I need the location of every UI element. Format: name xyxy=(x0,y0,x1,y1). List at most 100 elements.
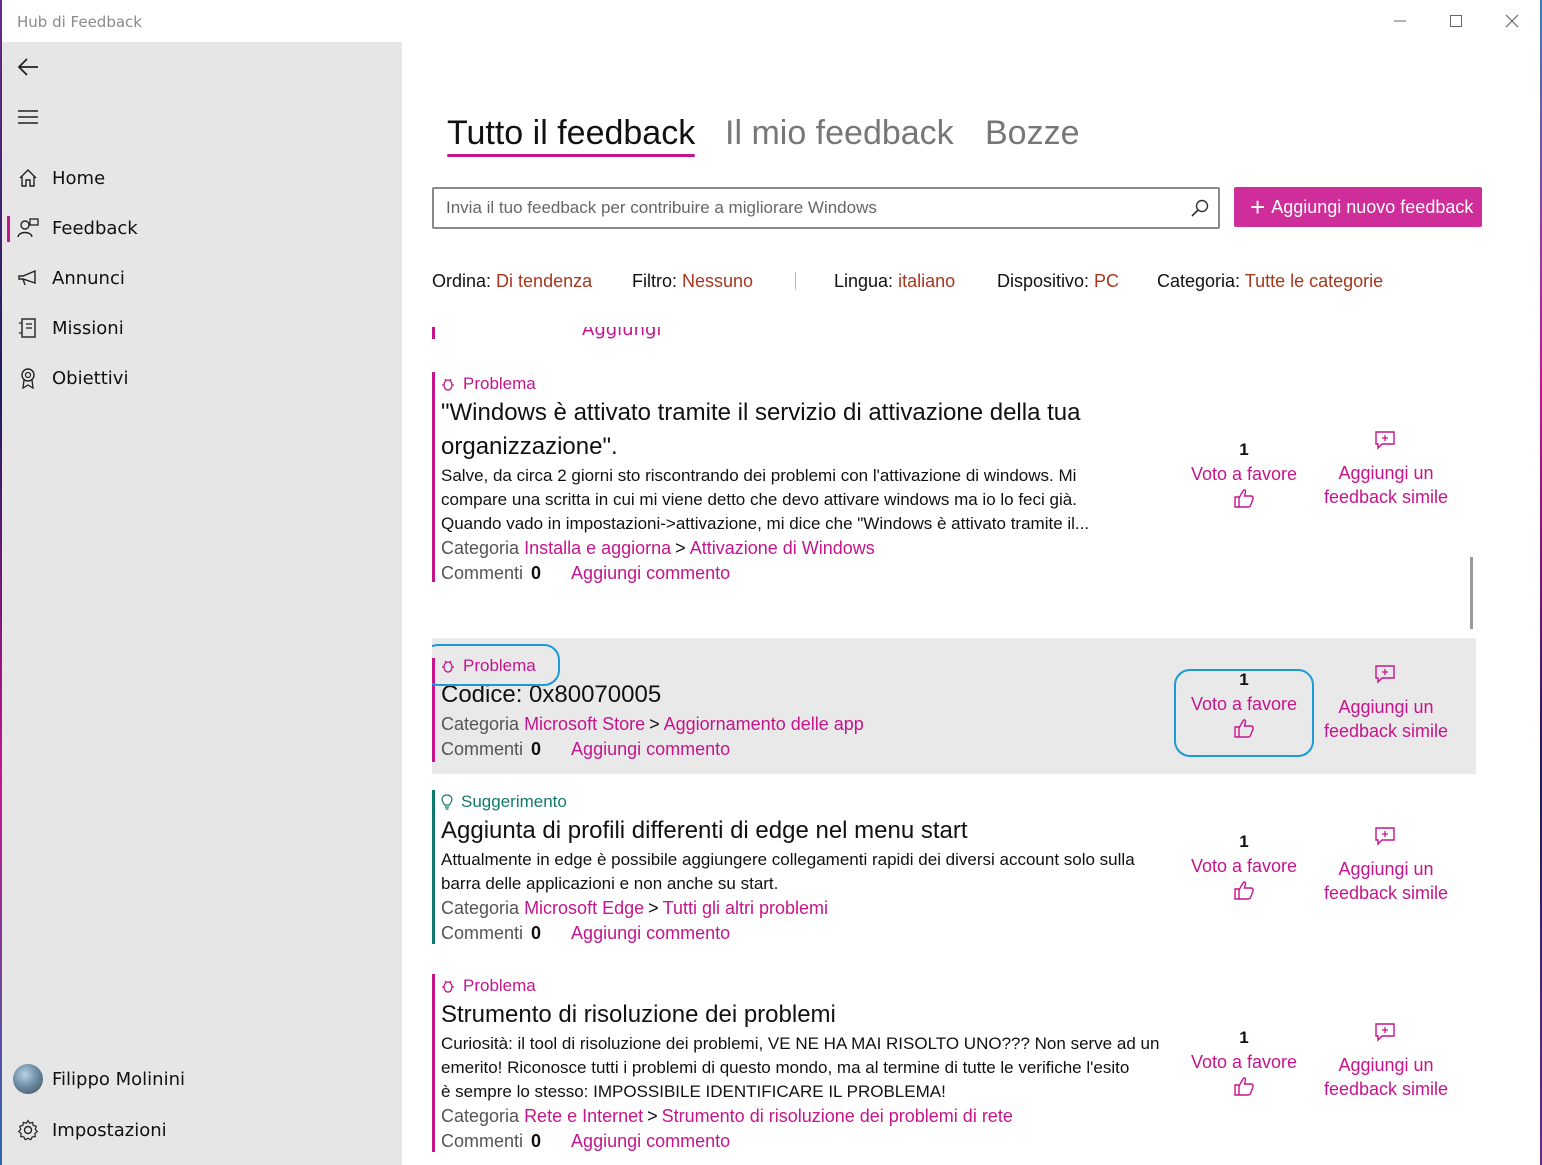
add-comment-icon xyxy=(1311,430,1461,455)
user-account[interactable]: Filippo Molinini xyxy=(0,1057,402,1101)
similar-label: Aggiungi un feedback simile xyxy=(1323,1055,1449,1099)
add-new-feedback-button[interactable]: + Aggiungi nuovo feedback xyxy=(1234,187,1482,227)
add-similar-button[interactable]: Aggiungi un feedback simile xyxy=(1311,1022,1461,1101)
vote-label: Voto a favore xyxy=(1190,1052,1298,1072)
add-comment-icon xyxy=(1311,826,1461,851)
vote-label: Voto a favore xyxy=(1190,464,1298,484)
feedback-type: Problema xyxy=(441,974,1171,998)
bug-icon xyxy=(442,980,454,993)
sidebar-item-annunci[interactable]: Annunci xyxy=(0,256,402,300)
category-filter[interactable]: Categoria: Tutte le categorie xyxy=(1157,271,1383,292)
main-content: Tutto il feedback Il mio feedback Bozze … xyxy=(402,42,1540,1165)
feedback-content: Problema "Windows è attivato tramite il … xyxy=(441,372,1171,586)
partial-item-text: Aggiungi xyxy=(582,327,662,340)
search-input[interactable] xyxy=(434,189,1198,227)
upvote-button[interactable]: 1 Voto a favore xyxy=(1179,440,1309,513)
feedback-type: Problema xyxy=(441,372,1171,396)
back-button[interactable] xyxy=(14,53,42,81)
feedback-comments: Commenti 0 Aggiungi commento xyxy=(441,739,731,759)
app-title: Hub di Feedback xyxy=(17,13,142,31)
subcategory-link[interactable]: Aggiornamento delle app xyxy=(664,714,864,734)
hamburger-icon xyxy=(18,110,38,124)
feedback-item[interactable]: Problema Strumento di risoluzione dei pr… xyxy=(432,974,1476,1152)
upvote-button[interactable]: 1 Voto a favore xyxy=(1179,832,1309,905)
feedback-category: Categoria Microsoft Edge > Tutti gli altri… xyxy=(441,898,829,918)
minimize-button[interactable] xyxy=(1372,0,1428,42)
minimize-icon xyxy=(1394,20,1406,22)
sort-filter[interactable]: Ordina: Di tendenza xyxy=(432,271,592,292)
filter-divider xyxy=(795,272,796,290)
thumbs-up-icon xyxy=(1179,1076,1309,1101)
add-similar-button[interactable]: Aggiungi un feedback simile xyxy=(1311,826,1461,905)
plus-icon: + xyxy=(1250,192,1266,222)
device-value[interactable]: PC xyxy=(1094,271,1119,291)
vote-label: Voto a favore xyxy=(1190,856,1298,876)
sort-value[interactable]: Di tendenza xyxy=(496,271,592,291)
vote-count: 1 xyxy=(1239,440,1249,459)
thumbs-up-icon xyxy=(1179,880,1309,905)
type-bar xyxy=(432,790,435,944)
feedback-item[interactable]: Problema Codice: 0x80070005 Categoria Mi… xyxy=(432,638,1476,774)
feedback-item[interactable]: Suggerimento Aggiunta di profili differe… xyxy=(432,790,1476,944)
add-similar-button[interactable]: Aggiungi un feedback simile xyxy=(1311,430,1461,509)
settings-item[interactable]: Impostazioni xyxy=(0,1108,402,1152)
add-comment-link[interactable]: Aggiungi commento xyxy=(571,1131,730,1151)
feedback-comments: Commenti 0 Aggiungi commento xyxy=(441,923,731,943)
feedback-comments: Commenti 0 Aggiungi commento xyxy=(441,1131,731,1151)
partial-item-bar xyxy=(432,327,435,339)
feedback-description: Attualmente in edge è possibile aggiunge… xyxy=(441,850,1135,893)
subcategory-link[interactable]: Strumento di risoluzione dei problemi di… xyxy=(662,1106,1013,1126)
filter-value[interactable]: Nessuno xyxy=(682,271,753,291)
feedback-list: Aggiungi Problema "Windows è attivato tr… xyxy=(432,327,1478,1165)
megaphone-icon xyxy=(17,267,39,289)
feedback-item[interactable]: Problema "Windows è attivato tramite il … xyxy=(432,372,1476,583)
similar-label: Aggiungi un feedback simile xyxy=(1323,859,1449,903)
similar-label: Aggiungi un feedback simile xyxy=(1323,463,1449,507)
quest-icon xyxy=(17,317,39,339)
feedback-title[interactable]: Strumento di risoluzione dei problemi xyxy=(441,998,1171,1032)
annotation-highlight-vote xyxy=(1174,669,1314,757)
add-comment-link[interactable]: Aggiungi commento xyxy=(571,739,730,759)
scrollbar-thumb[interactable] xyxy=(1470,557,1473,629)
maximize-button[interactable] xyxy=(1428,0,1484,42)
feedback-title[interactable]: Aggiunta di profili differenti di edge n… xyxy=(441,814,1171,848)
sidebar-item-label: Obiettivi xyxy=(52,367,129,389)
device-filter[interactable]: Dispositivo: PC xyxy=(997,271,1119,292)
sidebar-item-label: Missioni xyxy=(52,317,124,339)
close-button[interactable] xyxy=(1484,0,1540,42)
language-filter[interactable]: Lingua: italiano xyxy=(834,271,955,292)
upvote-button[interactable]: 1 Voto a favore xyxy=(1179,1028,1309,1101)
sidebar-item-obiettivi[interactable]: Obiettivi xyxy=(0,356,402,400)
menu-button[interactable] xyxy=(14,103,42,131)
subcategory-link[interactable]: Tutti gli altri problemi xyxy=(663,898,828,918)
desktop-edge-left xyxy=(0,0,2,1165)
tab-all-feedback[interactable]: Tutto il feedback xyxy=(447,114,695,153)
search-box xyxy=(432,187,1220,229)
feedback-title[interactable]: "Windows è attivato tramite il servizio … xyxy=(441,396,1171,464)
category-link[interactable]: Microsoft Edge xyxy=(524,898,644,918)
type-bar xyxy=(432,974,435,1152)
feedback-category: Categoria Installa e aggiorna > Attivazion… xyxy=(441,538,875,558)
annotation-highlight-type xyxy=(432,644,560,686)
category-link[interactable]: Rete e Internet xyxy=(524,1106,643,1126)
category-link[interactable]: Installa e aggiorna xyxy=(524,538,671,558)
search-icon[interactable] xyxy=(1190,198,1210,218)
sidebar-item-label: Feedback xyxy=(52,217,138,239)
sidebar-item-home[interactable]: Home xyxy=(0,156,402,200)
add-comment-link[interactable]: Aggiungi commento xyxy=(571,923,730,943)
add-comment-link[interactable]: Aggiungi commento xyxy=(571,563,730,583)
sidebar-item-feedback[interactable]: Feedback xyxy=(0,206,402,250)
sidebar-item-missioni[interactable]: Missioni xyxy=(0,306,402,350)
category-link[interactable]: Microsoft Store xyxy=(524,714,645,734)
sidebar-item-label: Annunci xyxy=(52,267,125,289)
language-value[interactable]: italiano xyxy=(898,271,955,291)
tab-drafts[interactable]: Bozze xyxy=(985,114,1080,153)
sidebar: Home Feedback Annunci Missioni Obiettivi… xyxy=(0,42,402,1165)
category-value[interactable]: Tutte le categorie xyxy=(1245,271,1383,291)
vote-count: 1 xyxy=(1239,832,1249,851)
add-similar-button[interactable]: Aggiungi un feedback simile xyxy=(1311,664,1461,743)
tab-my-feedback[interactable]: Il mio feedback xyxy=(725,114,954,153)
subcategory-link[interactable]: Attivazione di Windows xyxy=(690,538,875,558)
filter-filter[interactable]: Filtro: Nessuno xyxy=(632,271,753,292)
arrow-left-icon xyxy=(17,58,38,76)
